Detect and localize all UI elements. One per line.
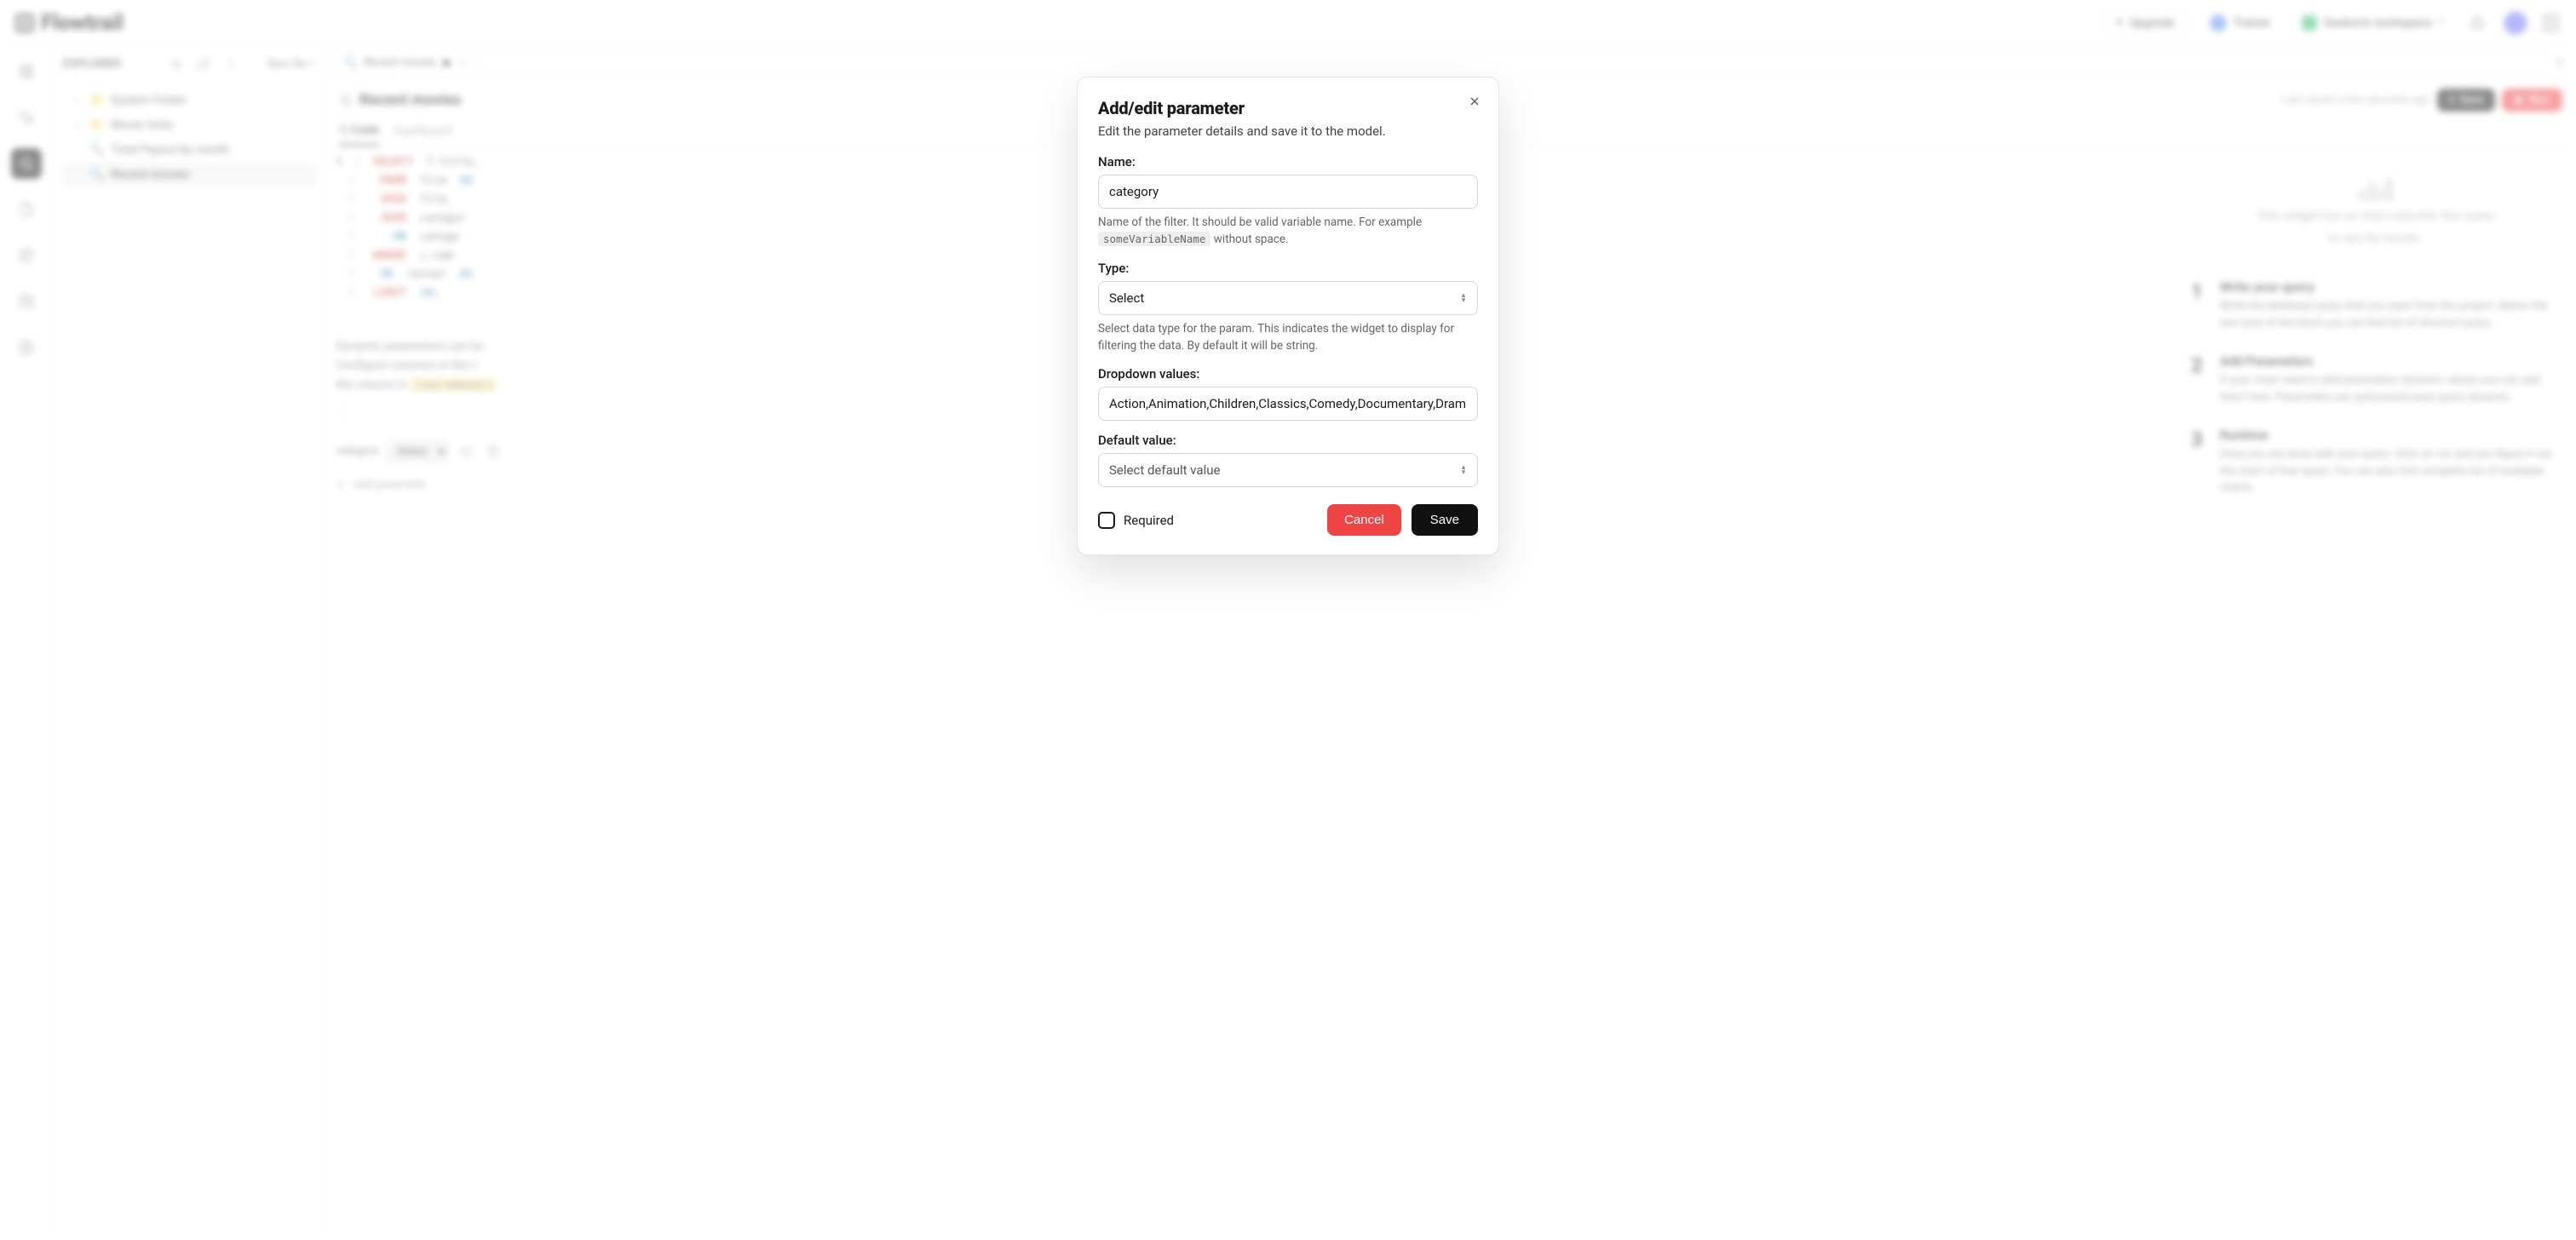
modal-title: Add/edit parameter (1098, 98, 1478, 118)
dropdown-values-label: Dropdown values: (1098, 366, 1478, 382)
default-value-label: Default value: (1098, 433, 1478, 448)
type-label: Type: (1098, 261, 1478, 276)
cancel-button[interactable]: Cancel (1327, 504, 1401, 536)
modal-overlay[interactable]: Add/edit parameter Edit the parameter de… (0, 0, 2576, 1240)
close-icon (1468, 95, 1481, 108)
modal-subtitle: Edit the parameter details and save it t… (1098, 123, 1478, 139)
required-label: Required (1124, 513, 1174, 528)
name-input[interactable] (1098, 175, 1478, 209)
name-label: Name: (1098, 154, 1478, 169)
parameter-modal: Add/edit parameter Edit the parameter de… (1077, 77, 1499, 555)
dropdown-values-input[interactable] (1098, 387, 1478, 421)
type-select[interactable]: Select (1098, 281, 1478, 315)
type-help: Select data type for the param. This ind… (1098, 320, 1478, 355)
name-help: Name of the filter. It should be valid v… (1098, 214, 1478, 249)
default-value-select[interactable]: Select default value (1098, 453, 1478, 487)
modal-close-button[interactable] (1464, 91, 1485, 112)
save-button[interactable]: Save (1412, 504, 1478, 536)
required-checkbox[interactable] (1098, 512, 1115, 529)
